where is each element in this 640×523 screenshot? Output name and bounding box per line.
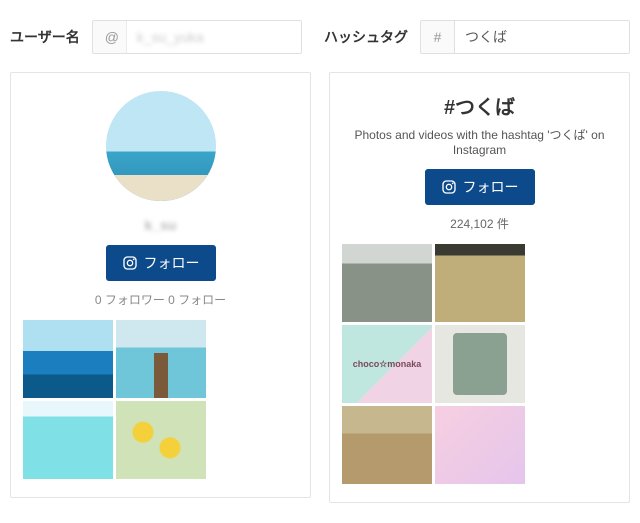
hashtag-thumb-3-text: choco☆monaka bbox=[353, 359, 422, 370]
hashtag-count: 224,102 件 bbox=[342, 215, 617, 232]
user-card: k_su フォロー 0 フォロワー 0 フォロー bbox=[10, 72, 311, 498]
hashtag-thumb-1[interactable] bbox=[342, 244, 432, 322]
user-thumb-1[interactable] bbox=[23, 320, 113, 398]
hashtag-thumb-4[interactable] bbox=[435, 325, 525, 403]
at-prefix: @ bbox=[93, 21, 127, 53]
instagram-icon bbox=[441, 179, 457, 195]
hashtag-follow-button[interactable]: フォロー bbox=[425, 169, 535, 205]
hash-prefix: # bbox=[421, 21, 455, 53]
user-avatar[interactable] bbox=[106, 91, 216, 201]
results-row: k_su フォロー 0 フォロワー 0 フォロー #つくば Photos and… bbox=[10, 72, 630, 503]
hashtag-field-row: ハッシュタグ # bbox=[324, 20, 630, 54]
user-field-row: ユーザー名 @ bbox=[10, 20, 306, 54]
search-row: ユーザー名 @ ハッシュタグ # bbox=[10, 20, 630, 72]
username-input[interactable] bbox=[127, 21, 302, 53]
user-thumb-4[interactable] bbox=[116, 401, 206, 479]
user-thumb-2[interactable] bbox=[116, 320, 206, 398]
hashtag-subtitle: Photos and videos with the hashtag 'つくば'… bbox=[342, 126, 617, 157]
hashtag-title: #つくば bbox=[342, 91, 617, 120]
user-thumb-3[interactable] bbox=[23, 401, 113, 479]
instagram-icon bbox=[122, 255, 138, 271]
hashtag-input[interactable] bbox=[455, 21, 630, 53]
hashtag-field-label: ハッシュタグ bbox=[324, 27, 408, 47]
hashtag-card: #つくば Photos and videos with the hashtag … bbox=[329, 72, 630, 503]
user-input-group: @ bbox=[92, 20, 302, 54]
user-stats: 0 フォロワー 0 フォロー bbox=[23, 291, 298, 308]
hashtag-input-group: # bbox=[420, 20, 630, 54]
user-follow-button[interactable]: フォロー bbox=[106, 245, 216, 281]
user-display-name: k_su bbox=[23, 217, 298, 233]
hashtag-thumb-3[interactable]: choco☆monaka bbox=[342, 325, 432, 403]
hashtag-thumb-2[interactable] bbox=[435, 244, 525, 322]
hashtag-photo-grid: choco☆monaka bbox=[342, 244, 617, 484]
user-photo-grid bbox=[23, 320, 298, 479]
hashtag-follow-label: フォロー bbox=[463, 177, 519, 197]
hashtag-thumb-5[interactable] bbox=[342, 406, 432, 484]
user-follow-label: フォロー bbox=[144, 253, 200, 273]
hashtag-thumb-6[interactable] bbox=[435, 406, 525, 484]
user-field-label: ユーザー名 bbox=[10, 27, 80, 47]
